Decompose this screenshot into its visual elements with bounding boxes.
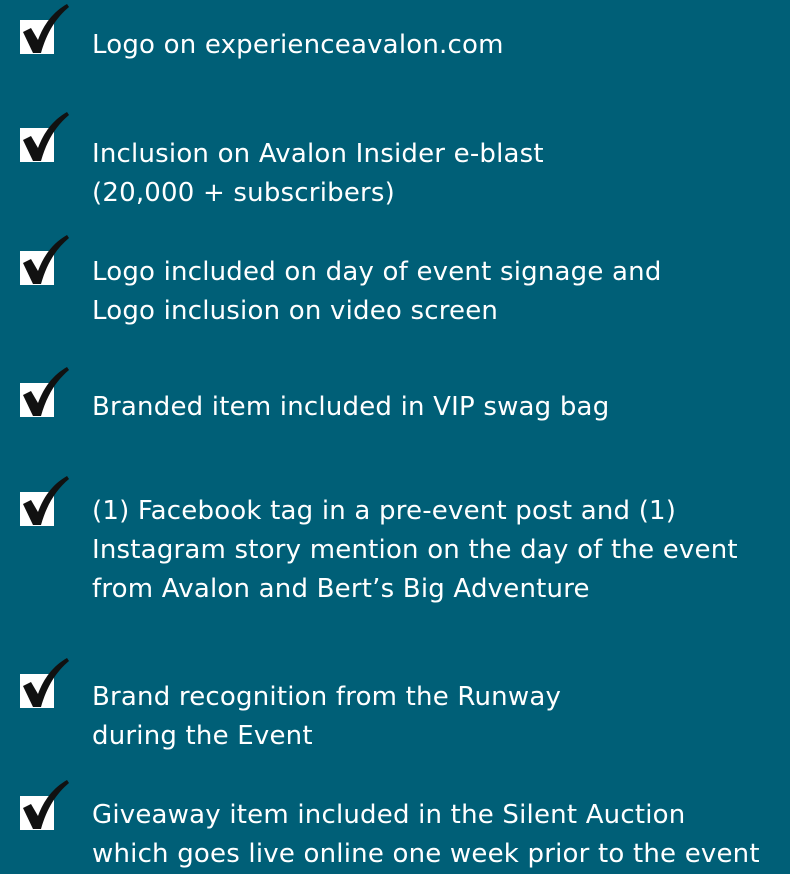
benefit-line: during the Event <box>92 721 313 751</box>
benefit-text: Logo on experienceavalon.com <box>92 26 504 65</box>
benefit-text: Inclusion on Avalon Insider e-blast (20,… <box>92 135 544 213</box>
benefit-text: Brand recognition from the Runway during… <box>92 678 561 756</box>
benefit-line: Brand recognition from the Runway <box>92 682 562 712</box>
benefit-text: Logo included on day of event signage an… <box>92 253 662 331</box>
benefit-line: from Avalon and Bert’s Big Adventure <box>92 574 590 604</box>
benefit-text: (1) Facebook tag in a pre-event post and… <box>92 492 738 609</box>
checkbox-checked-icon <box>20 365 70 417</box>
benefit-line: (1) Facebook tag in a pre-event post and… <box>92 496 677 526</box>
checkbox-checked-icon <box>20 233 70 285</box>
benefit-text: Giveaway item included in the Silent Auc… <box>92 796 760 874</box>
checkbox-checked-icon <box>20 474 70 526</box>
benefit-line: Logo on experienceavalon.com <box>92 30 504 60</box>
checkbox-checked-icon <box>20 778 70 830</box>
checkbox-checked-icon <box>20 2 70 54</box>
benefit-line: Logo inclusion on video screen <box>92 296 499 326</box>
benefit-line: Logo included on day of event signage an… <box>92 257 662 287</box>
benefit-line: Inclusion on Avalon Insider e-blast <box>92 139 544 169</box>
checkbox-checked-icon <box>20 110 70 162</box>
benefit-line: Giveaway item included in the Silent Auc… <box>92 800 686 830</box>
benefit-line: (20,000 + subscribers) <box>92 178 395 208</box>
benefit-text: Branded item included in VIP swag bag <box>92 388 609 427</box>
checkbox-checked-icon <box>20 656 70 708</box>
benefit-line: Instagram story mention on the day of th… <box>92 535 738 565</box>
benefit-line: which goes live online one week prior to… <box>92 839 760 869</box>
benefit-line: Branded item included in VIP swag bag <box>92 392 610 422</box>
